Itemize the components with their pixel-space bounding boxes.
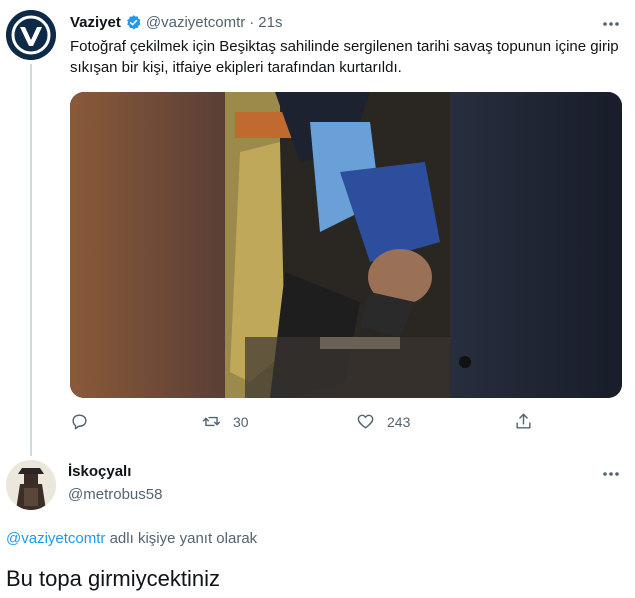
like-count: 243 — [387, 413, 411, 430]
author-handle[interactable]: @vaziyetcomtr — [146, 14, 245, 31]
tweet-video-thumbnail[interactable] — [70, 92, 622, 398]
separator-dot: · — [249, 13, 255, 31]
retweet-icon — [202, 416, 221, 427]
retweet-count: 30 — [233, 413, 249, 430]
reply-button[interactable] — [70, 412, 89, 431]
replying-to-mention[interactable]: @vaziyetcomtr — [6, 530, 105, 547]
replying-to-suffix: adlı kişiye yanıt olarak — [105, 530, 258, 547]
share-button[interactable] — [514, 412, 533, 431]
author-name[interactable]: Vaziyet — [70, 14, 121, 31]
like-icon — [357, 414, 374, 429]
author-avatar[interactable] — [6, 10, 56, 60]
reply-author-avatar[interactable] — [6, 460, 56, 510]
reply-text: Bu topa girmiycektiniz — [6, 566, 220, 591]
replying-to-line: @vaziyetcomtr adlı kişiye yanıt olarak — [6, 530, 257, 547]
tweet[interactable]: Vaziyet @vaziyetcomtr · 21s Fotoğraf çek… — [0, 0, 635, 456]
like-button[interactable]: 243 — [356, 412, 410, 431]
video-frame-image — [70, 92, 622, 398]
verified-badge-icon — [127, 14, 141, 29]
tweet-text: Fotoğraf çekilmek için Beşiktaş sahilind… — [70, 38, 619, 76]
share-icon — [516, 413, 531, 429]
thread-connector-line — [30, 64, 32, 456]
avatar-image — [6, 460, 56, 510]
reply-author-name[interactable]: İskoçyalı — [68, 463, 131, 480]
tweet-actions: 30 243 — [70, 412, 550, 434]
reply-author-handle[interactable]: @metrobus58 — [68, 486, 162, 503]
retweet-button[interactable]: 30 — [202, 412, 249, 431]
more-icon[interactable] — [601, 14, 621, 34]
reply-icon — [72, 414, 87, 430]
tweet-timestamp[interactable]: 21s — [258, 14, 282, 31]
reply-more-icon[interactable] — [601, 464, 621, 484]
tweet-header: Vaziyet @vaziyetcomtr · 21s — [70, 12, 282, 32]
vaziyet-logo-icon — [6, 10, 56, 60]
